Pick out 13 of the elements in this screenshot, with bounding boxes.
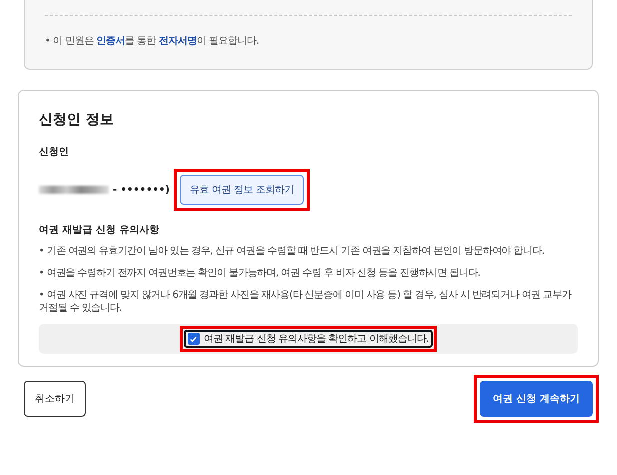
continue-button[interactable]: 여권 신청 계속하기 — [480, 381, 593, 417]
field-label: 신청인 — [39, 146, 70, 159]
caution-text: • 여권을 수령하기 전까지 여권번호는 확인이 불가능하며, 여권 수령 후 비자 신청 등을 진행하시면 됩니다. — [39, 267, 482, 280]
agreement-checkbox[interactable]: 여권 재발급 신청 유의사항을 확인하고 이해했습니다. — [184, 330, 434, 348]
caution-text: • 여권 사진 규격에 맞지 않거나 6개월 경과한 사진을 재사용(타 신분증에 이미 사용 등) 할 경우, 심사 시 반려되거나 여권 교부가 거절될 수 있습니다. — [39, 289, 573, 315]
lookup-button[interactable]: 유효 여권 정보 조회하기 — [180, 175, 304, 205]
subsection-title: 여권 재발급 신청 유의사항 — [39, 224, 160, 237]
section-title: 신청인 정보 — [39, 111, 115, 129]
cancel-button[interactable]: 취소하기 — [24, 381, 86, 417]
checkbox-icon[interactable] — [188, 333, 200, 345]
caution-text: • 기존 여권의 유효기간이 남아 있는 경우, 신규 여권을 수령할 때 반드시 기존 여권을 지참하여 본인이 방문하여야 합니다. — [39, 245, 546, 258]
notice-text: • 이 민원은 인증서를 통한 전자서명이 필요합니다. — [45, 35, 260, 48]
applicant-id: - •••••••) — [113, 184, 170, 196]
